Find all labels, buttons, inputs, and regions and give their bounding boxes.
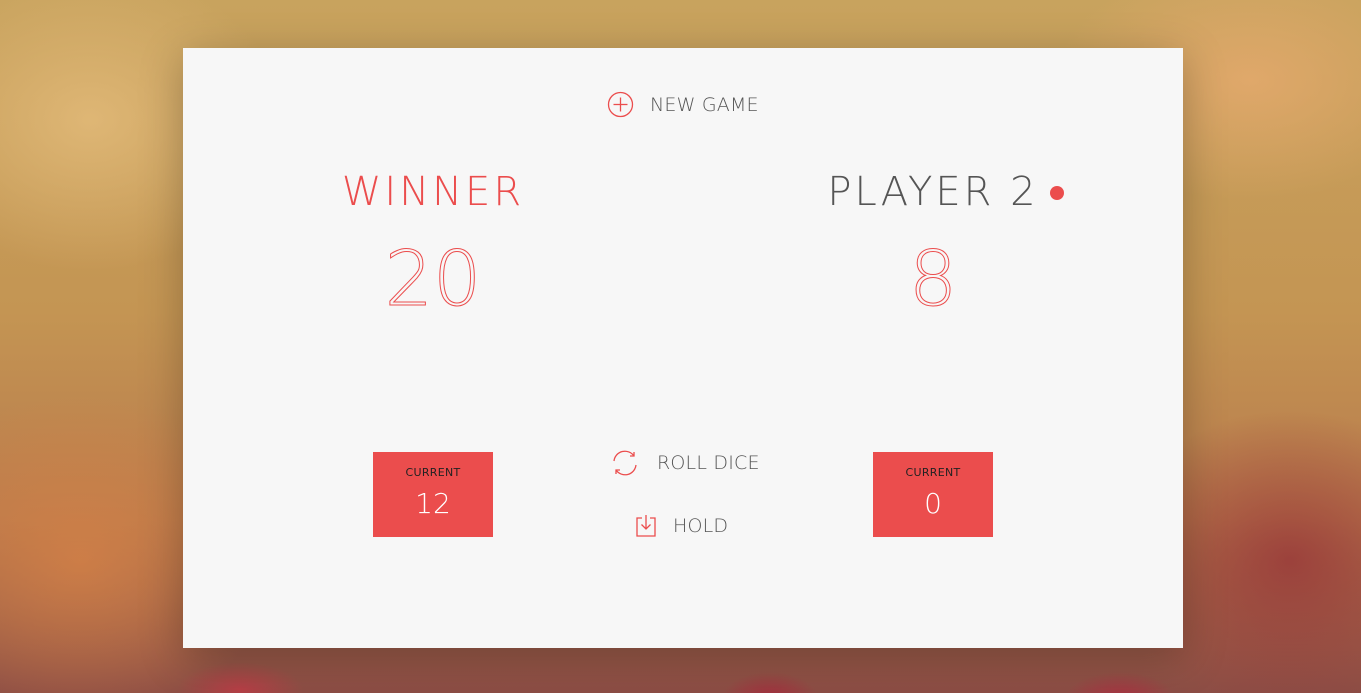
refresh-icon [609,448,641,478]
plus-circle-icon [607,91,634,118]
player-1-current-score: 12 [415,487,451,520]
player-1-name: WINNER [341,169,525,215]
player-1-score-value: 20 [384,234,482,324]
roll-dice-label: ROLL DICE [657,452,760,474]
new-game-label: NEW GAME [650,93,759,116]
hold-label: HOLD [673,515,729,537]
player-2-score: 8 [783,234,1083,324]
player-2-current-label: CURRENT [905,466,961,479]
player-2-score-value: 8 [908,234,958,324]
player-2-name: PLAYER 2 [827,169,1039,215]
game-panel: NEW GAME WINNER PLAYER 2 20 8 CURRENT 12… [183,48,1183,648]
player-2-current-box: CURRENT 0 [873,452,993,537]
active-player-indicator [1050,186,1064,200]
download-box-icon [635,514,657,538]
player-2-current-score: 0 [924,487,942,520]
player-1-current-label: CURRENT [405,466,461,479]
new-game-button[interactable]: NEW GAME [607,91,759,118]
roll-dice-button[interactable]: ROLL DICE [609,448,760,478]
hold-button[interactable]: HOLD [635,514,728,538]
player-1-score: 20 [283,234,583,324]
player-1-current-box: CURRENT 12 [373,452,493,537]
